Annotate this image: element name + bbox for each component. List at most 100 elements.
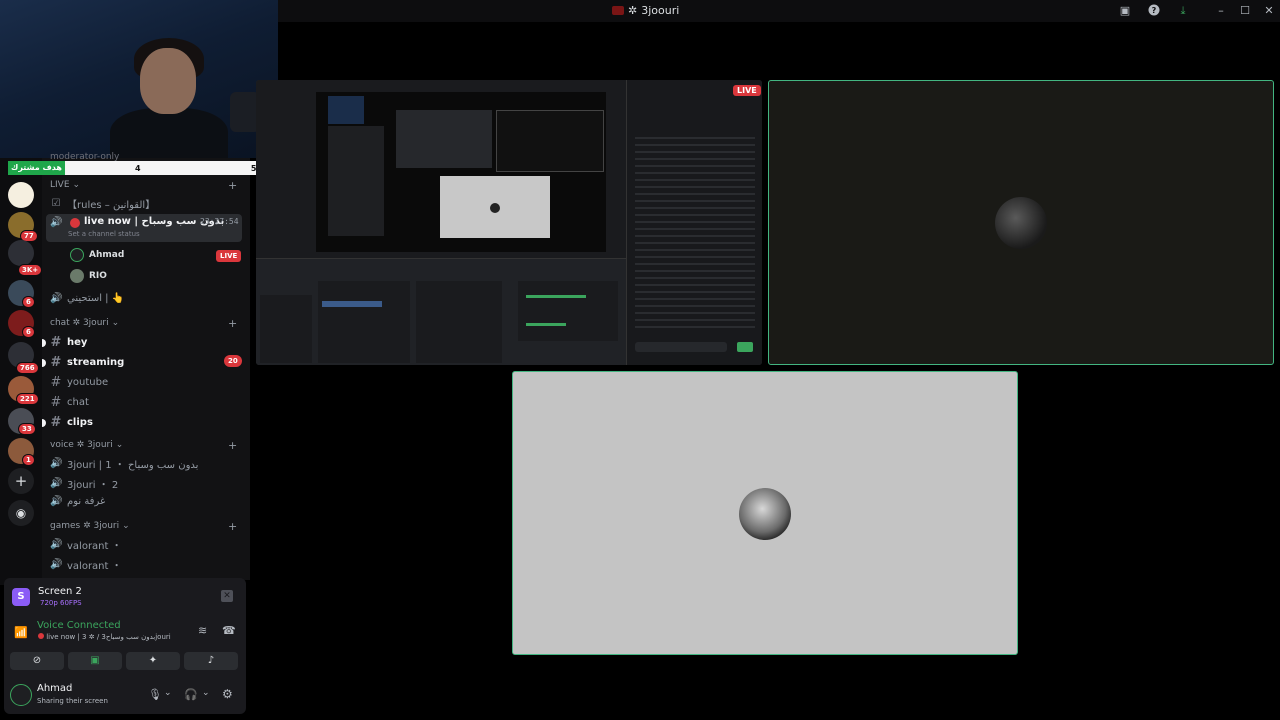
chat-messages [635, 132, 755, 332]
checkbox-icon: ☑ [51, 198, 61, 209]
avatar [739, 488, 791, 540]
live-dot-icon [70, 218, 80, 228]
discord-window: ✲ 3joouri ▣ ? ⤓ – ☐ ✕ 77 3K+ 6 6 766 221… [0, 0, 1280, 720]
add-channel-icon[interactable]: + [228, 439, 237, 452]
hash-icon: # [50, 375, 62, 390]
close-icon[interactable]: ✕ [1262, 4, 1276, 18]
server-folder-icon[interactable] [8, 240, 34, 266]
voice-channel-2[interactable]: 🔊 3jouri ・ 2 [50, 476, 118, 491]
stream-tile-rio[interactable] [768, 80, 1274, 365]
obs-scenes-dock [318, 281, 410, 363]
category-chat[interactable]: chat ✲ 3jouri ⌄ + [50, 317, 237, 330]
set-status-link[interactable]: Set a channel status [68, 230, 140, 238]
channel-live-now[interactable]: 🔊 live now | بدون سب وسباح 23:27:54 Set … [46, 214, 242, 242]
voice-channel-3[interactable]: 🔊 غرفة نوم [50, 496, 105, 507]
channel-asthbini[interactable]: 🔊 استحيني | 👆 [50, 293, 124, 304]
channel-label: 3jouri ・ 2 [67, 480, 119, 491]
window-title: ✲ 3joouri [612, 4, 679, 17]
stop-stream-icon[interactable]: ✕ [221, 590, 233, 602]
channel-label: chat [67, 397, 89, 408]
channel-label: valorant ・ [67, 561, 122, 572]
signal-icon: 📶 [14, 626, 28, 639]
server-icon-1[interactable] [8, 182, 34, 208]
add-server-icon[interactable]: + [8, 468, 34, 494]
minimize-icon[interactable]: – [1214, 4, 1228, 18]
stream-quality: 720p 60FPS [40, 599, 82, 607]
chevron-down-icon[interactable]: ⌄ [202, 688, 210, 698]
nested-screen [396, 110, 492, 168]
download-icon[interactable]: ⤓ [1176, 4, 1190, 18]
category-voice[interactable]: voice ✲ 3jouri ⌄ + [50, 439, 237, 452]
soundboard-button[interactable]: ♪ [184, 652, 238, 670]
voice-user-ahmad[interactable]: Ahmad [70, 248, 124, 262]
maximize-icon[interactable]: ☐ [1238, 4, 1252, 18]
screen-share-icon[interactable]: ▣ [1118, 4, 1132, 18]
voice-user-rio[interactable]: RIO [70, 269, 107, 283]
add-channel-icon[interactable]: + [228, 520, 237, 533]
stream-title: Screen 2 [38, 586, 82, 597]
obs-docks [256, 258, 626, 365]
camera-toggle-button[interactable]: ⊘ [10, 652, 64, 670]
category-games[interactable]: games ✲ 3jouri ⌄ + [50, 520, 237, 533]
explore-icon[interactable]: ◉ [8, 500, 34, 526]
live-dot-icon [38, 633, 44, 639]
voice-status-sub: live now | 3 ✲ / بدون سب وسباح3jouri [38, 633, 171, 641]
username: Ahmad [37, 683, 73, 694]
server-rail: 77 3K+ 6 6 766 221 33 1 + ◉ [0, 150, 43, 585]
channel-chat[interactable]: # chat [50, 395, 89, 410]
unread-indicator [42, 359, 46, 367]
chevron-down-icon: ⌄ [115, 440, 124, 450]
help-icon[interactable]: ? [1147, 4, 1161, 18]
disconnect-icon[interactable]: ☎ [222, 624, 236, 637]
channel-clips[interactable]: # clips [42, 415, 93, 430]
nested-tile [496, 110, 604, 172]
user-status: Sharing their screen [37, 697, 108, 705]
speaker-icon: 🔊 [50, 478, 63, 489]
hash-icon: # [50, 335, 62, 350]
nested-discord [328, 126, 384, 236]
avatar[interactable] [10, 684, 32, 706]
hash-icon: # [50, 415, 62, 430]
window-title-text: 3joouri [641, 4, 680, 17]
speaker-icon: 🔊 [50, 559, 63, 570]
avatar [70, 248, 84, 262]
category-live[interactable]: LIVE ⌄ + [50, 179, 237, 192]
game-channel-2[interactable]: 🔊 valorant ・ [50, 557, 122, 572]
screenshare-button[interactable]: ▣ [68, 652, 122, 670]
sub-goal-bar: هدف مشترك 4 50 [8, 161, 266, 175]
speaker-icon: 🔊 [50, 539, 63, 550]
add-channel-icon[interactable]: + [228, 179, 237, 192]
speaker-icon: 🔊 [50, 217, 63, 228]
obs-preview [256, 80, 626, 258]
channel-label: 【rules – القوانين】 [67, 200, 156, 211]
server-badge: 221 [16, 393, 39, 405]
obs-selected-scene [322, 301, 382, 307]
obs-chat-dock [626, 80, 762, 365]
live-badge: LIVE [216, 250, 242, 262]
stream-tile-screenshare[interactable]: LIVE [256, 80, 762, 365]
headphones-icon[interactable]: 🎧 [184, 688, 198, 701]
channel-youtube[interactable]: # youtube [50, 375, 109, 390]
category-label: games ✲ 3jouri [50, 521, 120, 531]
screen-avatar: S [12, 588, 30, 606]
chevron-down-icon[interactable]: ⌄ [164, 688, 172, 698]
noise-suppression-icon[interactable]: ≋ [198, 624, 207, 637]
streamer-face [140, 48, 196, 114]
voice-status[interactable]: Voice Connected [37, 620, 121, 631]
game-channel-1[interactable]: 🔊 valorant ・ [50, 537, 122, 552]
avatar [995, 197, 1047, 249]
category-label: chat ✲ 3jouri [50, 318, 109, 328]
stream-tile-ahmad[interactable] [512, 371, 1018, 655]
voice-channel-1[interactable]: 🔊 3jouri | 1 ・ بدون سب وسباح [50, 456, 198, 471]
channel-list: LIVE ⌄ + ☑ 【rules – القوانين】 🔊 live now… [42, 150, 250, 580]
channel-label: استحيني | 👆 [67, 293, 125, 304]
add-channel-icon[interactable]: + [228, 317, 237, 330]
microphone-icon[interactable]: 🎙 [148, 688, 162, 701]
channel-streaming[interactable]: # streaming [42, 355, 124, 370]
channel-hey[interactable]: # hey [42, 335, 87, 350]
channel-rules[interactable]: ☑ 【rules – القوانين】 [50, 196, 156, 211]
activities-button[interactable]: ✦ [126, 652, 180, 670]
hash-icon: # [50, 395, 62, 410]
gear-icon[interactable]: ⚙ [222, 687, 233, 701]
channel-label: غرفة نوم [67, 496, 106, 507]
